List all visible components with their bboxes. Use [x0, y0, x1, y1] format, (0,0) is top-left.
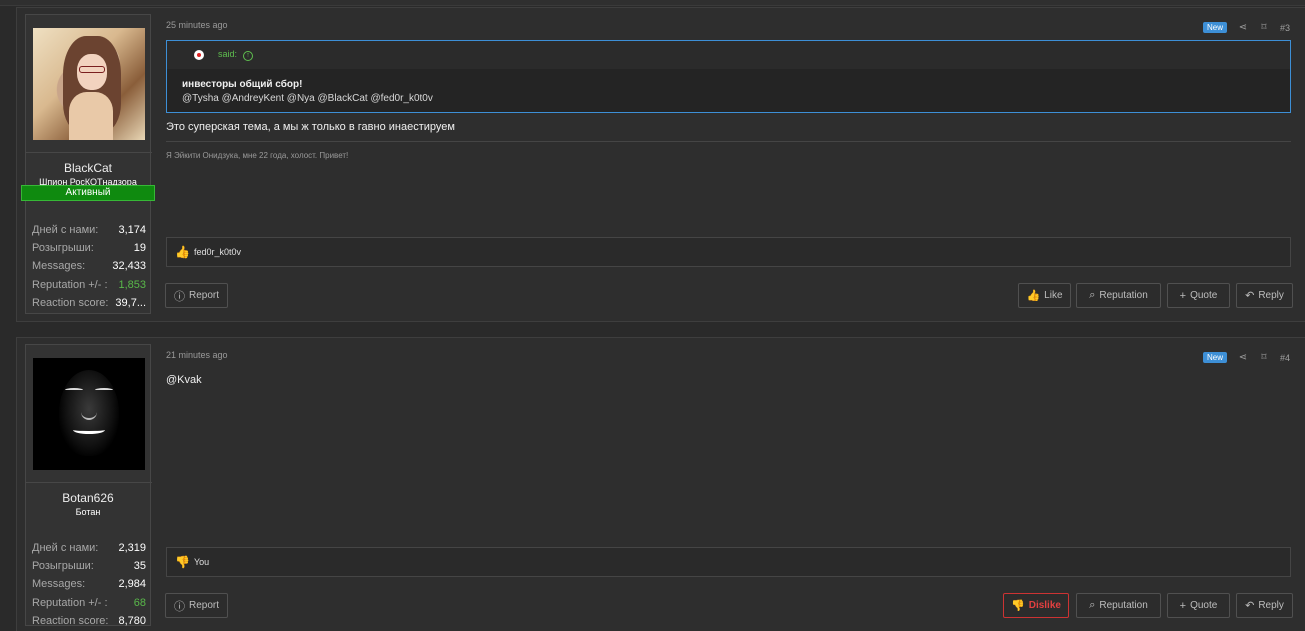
post-meta: New ⋖ ⌑ #3	[1202, 22, 1290, 33]
info-icon: ⓘ	[173, 290, 185, 303]
signature: Я Эйкити Онидзука, мне 22 года, холост. …	[166, 151, 349, 160]
quote-button[interactable]: + Quote	[1167, 283, 1230, 308]
user-title: Ботан	[75, 507, 101, 517]
post-number[interactable]: #4	[1280, 353, 1290, 363]
post-time[interactable]: 21 minutes ago	[166, 350, 228, 360]
stat-row: Reaction score: 39,7...	[32, 296, 146, 309]
dislike-button[interactable]: 👎 Dislike	[1003, 593, 1069, 618]
info-icon: ⓘ	[173, 600, 185, 613]
avatar[interactable]	[33, 27, 145, 140]
arrow-up-icon[interactable]: ↑	[243, 51, 254, 61]
bookmark-icon[interactable]: ⌑	[1259, 352, 1269, 363]
stat-row: Розыгрыши: 19	[32, 242, 146, 255]
avatar[interactable]	[33, 357, 145, 470]
reactions-bar[interactable]: 👎 You	[166, 547, 1291, 577]
top-divider	[0, 0, 1305, 6]
reply-icon: ↶	[1245, 290, 1255, 302]
report-button[interactable]: ⓘ Report	[165, 593, 228, 618]
stat-row: Reaction score: 8,780	[32, 614, 146, 627]
like-button[interactable]: 👍 Like	[1018, 283, 1071, 308]
stat-row: Reputation +/- :1,853	[32, 278, 146, 291]
new-badge: New	[1202, 352, 1227, 363]
reply-button[interactable]: ↶ Reply	[1236, 283, 1293, 308]
thumbs-up-icon: 👍	[175, 245, 190, 259]
stat-row: Messages: 32,433	[32, 260, 146, 273]
new-badge: New	[1202, 22, 1227, 33]
quote-title: инвесторы общий сбор!	[182, 79, 303, 90]
reply-button[interactable]: ↶ Reply	[1236, 593, 1293, 618]
thumbs-up-icon: 👍	[1026, 290, 1041, 302]
quote-said-link[interactable]: said: ↑	[218, 49, 254, 61]
quote-content: инвесторы общий сбор! @Tysha @AndreyKent…	[167, 69, 1290, 112]
username[interactable]: Botan626	[26, 491, 150, 505]
thumbs-down-icon: 👎	[175, 555, 190, 569]
post: Botan626 Ботан Дней с нами: 2,319 Розыгры…	[16, 337, 1305, 631]
post-actions: ⓘ Report 👎 Dislike ⌕ Reputation + Quote ↶ Rep…	[165, 593, 1293, 618]
reactions-bar[interactable]: 👍 fed0r_k0t0v	[166, 237, 1291, 267]
bookmark-icon[interactable]: ⌑	[1259, 22, 1269, 33]
quote-block: said: ↑ инвесторы общий сбор! @Tysha @And…	[166, 40, 1291, 113]
user-stats: Дней с нами: 2,319 Розыгрыши: 35 Messages:…	[32, 539, 146, 630]
post-number[interactable]: #3	[1280, 23, 1290, 33]
message-body: 25 minutes ago New ⋖ ⌑ #3 said: ↑ инвесто…	[165, 8, 1293, 321]
post-meta: New ⋖ ⌑ #4	[1202, 352, 1290, 363]
share-icon[interactable]: ⋖	[1238, 22, 1248, 33]
quote-mentions[interactable]: @Tysha @AndreyKent @Nya @BlackCat @fed0r…	[182, 93, 1275, 104]
avatar-frame	[26, 345, 152, 483]
reaction-users[interactable]: You	[194, 557, 209, 567]
username[interactable]: BlackCat	[26, 161, 150, 175]
plus-icon: +	[1179, 289, 1187, 302]
thumbs-down-icon: 👎	[1011, 600, 1025, 612]
post-actions: ⓘ Report 👍 Like ⌕ Reputation + Quote ↶ Reply	[165, 283, 1293, 308]
reaction-users[interactable]: fed0r_k0t0v	[194, 247, 241, 257]
message-body: 21 minutes ago New ⋖ ⌑ #4 @Kvak 👎 You ⓘ R…	[165, 338, 1293, 631]
signature-divider	[166, 141, 1291, 142]
quote-avatar-icon	[194, 50, 204, 60]
user-status-badge: Активный	[21, 185, 155, 201]
post-text[interactable]: @Kvak	[166, 374, 202, 386]
search-icon: ⌕	[1089, 289, 1096, 301]
search-icon: ⌕	[1089, 599, 1096, 611]
stat-row: Reputation +/- :68	[32, 596, 146, 609]
stat-row: Messages: 2,984	[32, 578, 146, 591]
reply-icon: ↶	[1245, 600, 1255, 612]
reputation-button[interactable]: ⌕ Reputation	[1076, 593, 1161, 618]
user-stats: Дней с нами: 3,174 Розыгрыши: 19 Messages:…	[32, 221, 146, 312]
reputation-button[interactable]: ⌕ Reputation	[1076, 283, 1161, 308]
post: BlackCat Шпион РосКОТнадзора Активный Дн…	[16, 7, 1305, 322]
user-card: Botan626 Ботан Дней с нами: 2,319 Розыгры…	[25, 344, 152, 627]
report-button[interactable]: ⓘ Report	[165, 283, 228, 308]
share-icon[interactable]: ⋖	[1238, 352, 1248, 363]
stat-row: Дней с нами: 2,319	[32, 542, 146, 554]
plus-icon: +	[1179, 599, 1187, 612]
stat-row: Дней с нами: 3,174	[32, 224, 146, 236]
user-card: BlackCat Шпион РосКОТнадзора Активный Дн…	[21, 14, 155, 314]
quote-header: said: ↑	[167, 41, 1290, 69]
post-time[interactable]: 25 minutes ago	[166, 20, 228, 30]
post-text: Это суперская тема, а мы ж только в гавн…	[166, 121, 455, 133]
stat-row: Розыгрыши: 35	[32, 560, 146, 573]
avatar-frame	[26, 15, 152, 153]
quote-button[interactable]: + Quote	[1167, 593, 1230, 618]
